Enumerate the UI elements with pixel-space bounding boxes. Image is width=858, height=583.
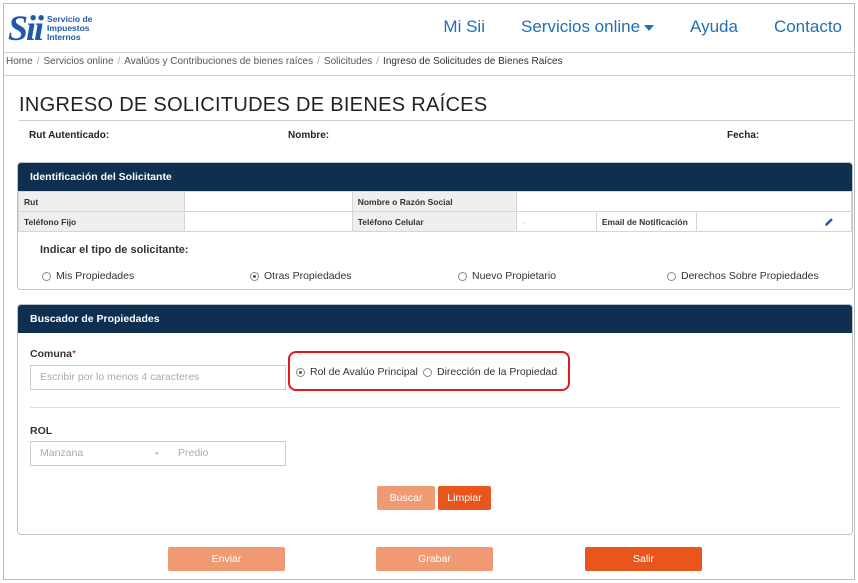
buscador-divider [30, 407, 840, 408]
salir-button[interactable]: Salir [585, 547, 702, 571]
radio-nuevo-propietario[interactable]: Nuevo Propietario [458, 270, 556, 282]
breadcrumb-separator: / [376, 56, 380, 67]
radio-label: Derechos Sobre Propiedades [681, 270, 819, 282]
breadcrumb-servicios[interactable]: Servicios online [43, 56, 113, 67]
buscar-button[interactable]: Buscar [377, 486, 435, 510]
rut-label: Rut [18, 191, 186, 212]
comuna-placeholder: Escribir por lo menos 4 caracteres [40, 371, 200, 383]
nav-ayuda[interactable]: Ayuda [690, 17, 738, 37]
breadcrumb: Home / Servicios online / Avalúos y Contribu… [6, 56, 563, 67]
solicitante-table: Rut Nombre o Razón Social Teléfono Fijo … [18, 191, 852, 232]
grabar-button[interactable]: Grabar [376, 547, 493, 571]
rut-autenticado-label: Rut Autenticado: [29, 130, 110, 141]
main-nav: Mi Sii Servicios online Ayuda Contacto [407, 17, 854, 37]
radio-label: Dirección de la Propiedad [437, 366, 558, 378]
email-notificacion-cell [695, 211, 852, 232]
radio-circle-selected[interactable] [250, 271, 259, 281]
radio-circle[interactable] [42, 271, 51, 281]
breadcrumb-divider [4, 75, 854, 76]
nombre-label: Nombre: [288, 130, 330, 141]
comuna-label: Comuna* [30, 348, 76, 360]
breadcrumb-separator: / [36, 56, 40, 67]
breadcrumb-current: Ingreso de Solicitudes de Bienes Raíces [383, 56, 563, 67]
table-row: Teléfono Fijo Teléfono Celular - Email d… [18, 211, 852, 232]
breadcrumb-avaluos[interactable]: Avalúos y Contribuciones de bienes raíce… [124, 56, 313, 67]
rol-dash: - [155, 447, 159, 459]
predio-input[interactable]: Predio [178, 442, 208, 465]
rut-value [184, 191, 353, 212]
page: Sii Servicio de Impuestos Internos Mi Si… [3, 3, 855, 580]
radio-label: Otras Propiedades [264, 270, 352, 282]
breadcrumb-solicitudes[interactable]: Solicitudes [324, 56, 372, 67]
telefono-celular-label: Teléfono Celular [351, 211, 518, 232]
telefono-fijo-value [184, 211, 353, 232]
radio-direccion-propiedad[interactable]: Dirección de la Propiedad [423, 366, 557, 378]
tipo-solicitante-question: Indicar el tipo de solicitante: [40, 244, 189, 256]
radio-otras-propiedades[interactable]: Otras Propiedades [250, 270, 352, 282]
radio-rol-avaluo[interactable]: Rol de Avalúo Principal [296, 366, 418, 378]
site-header: Sii Servicio de Impuestos Internos Mi Si… [4, 4, 854, 52]
logo-mark: Sii [8, 8, 44, 48]
manzana-input[interactable]: Manzana [40, 442, 83, 465]
header-divider [4, 52, 854, 53]
radio-circle[interactable] [458, 271, 467, 281]
fecha-label: Fecha: [727, 130, 760, 141]
comuna-label-text: Comuna [30, 348, 72, 360]
rol-label: ROL [30, 425, 53, 437]
nav-servicios-label: Servicios online [520, 17, 641, 36]
radio-label: Rol de Avalúo Principal [310, 366, 418, 378]
radio-circle[interactable] [423, 367, 432, 377]
buscador-panel: Buscador de Propiedades Comuna* Escribir… [17, 304, 853, 535]
nav-contacto[interactable]: Contacto [774, 17, 842, 37]
solicitante-panel: Identificación del Solicitante Rut Nombr… [17, 162, 853, 290]
radio-label: Mis Propiedades [56, 270, 135, 282]
nombre-razon-social-value [516, 191, 852, 212]
telefono-celular-value: - [516, 211, 597, 232]
telefono-fijo-label: Teléfono Fijo [18, 211, 186, 232]
radio-circle-selected[interactable] [296, 367, 305, 377]
nav-mi-sii[interactable]: Mi Sii [443, 17, 485, 37]
solicitante-header: Identificación del Solicitante [18, 163, 852, 191]
logo-text: Servicio de Impuestos Internos [47, 14, 92, 42]
nav-servicios-online[interactable]: Servicios online [520, 17, 655, 37]
required-asterisk: * [72, 348, 77, 360]
caret-down-icon [644, 24, 655, 31]
sii-logo[interactable]: Sii Servicio de Impuestos Internos [8, 10, 92, 46]
breadcrumb-home[interactable]: Home [6, 56, 33, 67]
breadcrumb-separator: / [317, 56, 320, 67]
radio-circle[interactable] [667, 271, 676, 281]
nombre-razon-social-label: Nombre o Razón Social [351, 191, 518, 212]
comuna-input[interactable]: Escribir por lo menos 4 caracteres [30, 365, 286, 390]
buscador-header: Buscador de Propiedades [18, 305, 852, 333]
title-divider [19, 120, 853, 121]
radio-derechos-propiedades[interactable]: Derechos Sobre Propiedades [667, 270, 819, 282]
logo-line: Internos [47, 31, 81, 42]
email-notificacion-label: Email de Notificación [595, 211, 697, 232]
enviar-button[interactable]: Enviar [168, 547, 285, 571]
breadcrumb-separator: / [117, 56, 121, 67]
limpiar-button[interactable]: Limpiar [438, 486, 491, 510]
page-title: INGRESO DE SOLICITUDES DE BIENES RAÍCES [19, 94, 488, 116]
table-row: Rut Nombre o Razón Social [18, 191, 852, 212]
pencil-icon[interactable] [824, 217, 834, 227]
rol-input-group: Manzana - Predio [30, 441, 286, 466]
radio-mis-propiedades[interactable]: Mis Propiedades [42, 270, 134, 282]
radio-label: Nuevo Propietario [472, 270, 557, 282]
